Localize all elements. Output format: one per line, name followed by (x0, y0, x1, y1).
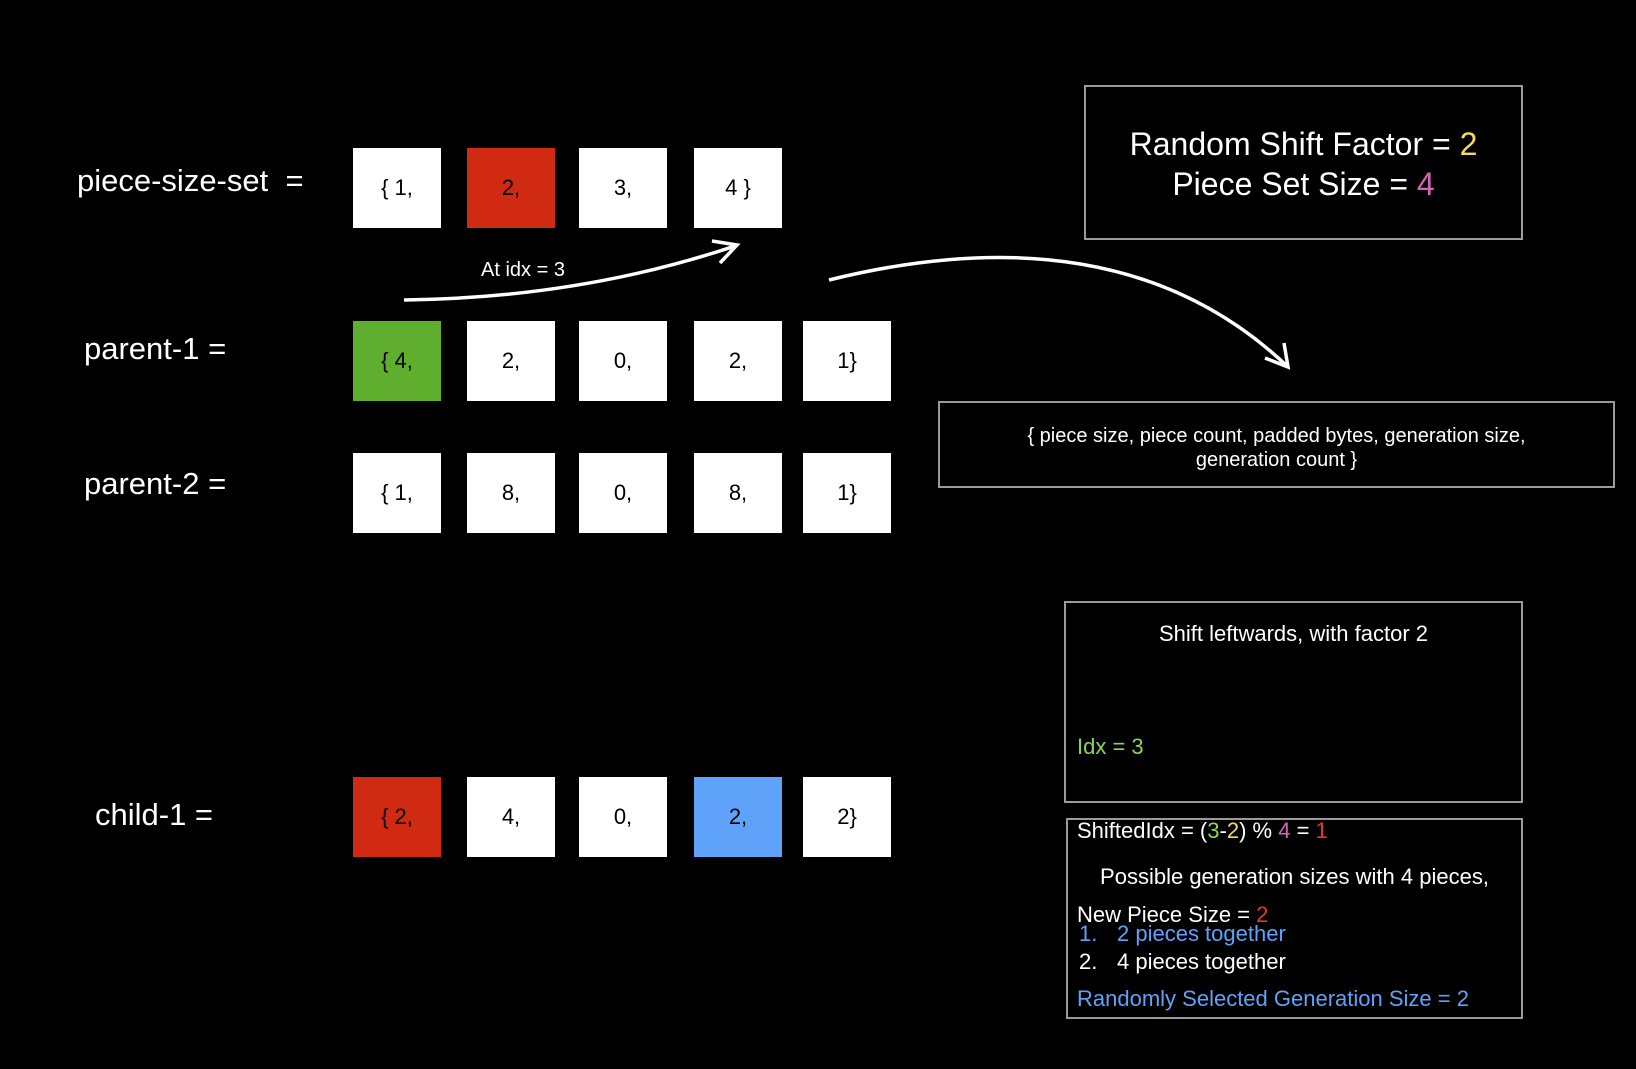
piece-set-size-value: 4 (1416, 166, 1435, 202)
shift-factor-label: Random Shift Factor = (1129, 126, 1460, 162)
shift-box-title: Shift leftwards, with factor 2 (1159, 621, 1428, 646)
generation-option-2: 2. 4 pieces together (1079, 949, 1286, 974)
tuple-arrow (828, 255, 1289, 368)
shift-computation-box: Shift leftwards, with factor 2 Idx = 3 S… (1064, 601, 1523, 1011)
generation-sizes-box: Possible generation sizes with 4 pieces,… (1066, 818, 1523, 1019)
shift-factor-box: Random Shift Factor = 2 Piece Set Size =… (1084, 85, 1523, 240)
generation-box-title: Possible generation sizes with 4 pieces, (1100, 864, 1489, 889)
tuple-description-box: { piece size, piece count, padded bytes,… (938, 401, 1615, 488)
arrow-label: At idx = 3 (481, 259, 565, 281)
tuple-line-1: { piece size, piece count, padded bytes,… (1027, 425, 1526, 447)
tuple-line-2: generation count } (1195, 449, 1358, 471)
piece-set-size-label: Piece Set Size = (1172, 166, 1417, 202)
generation-option-1: 1. 2 pieces together (1079, 921, 1286, 946)
idx-arrow (403, 244, 736, 302)
idx-line: Idx = 3 (1077, 734, 1144, 759)
shift-factor-value: 2 (1459, 126, 1478, 162)
